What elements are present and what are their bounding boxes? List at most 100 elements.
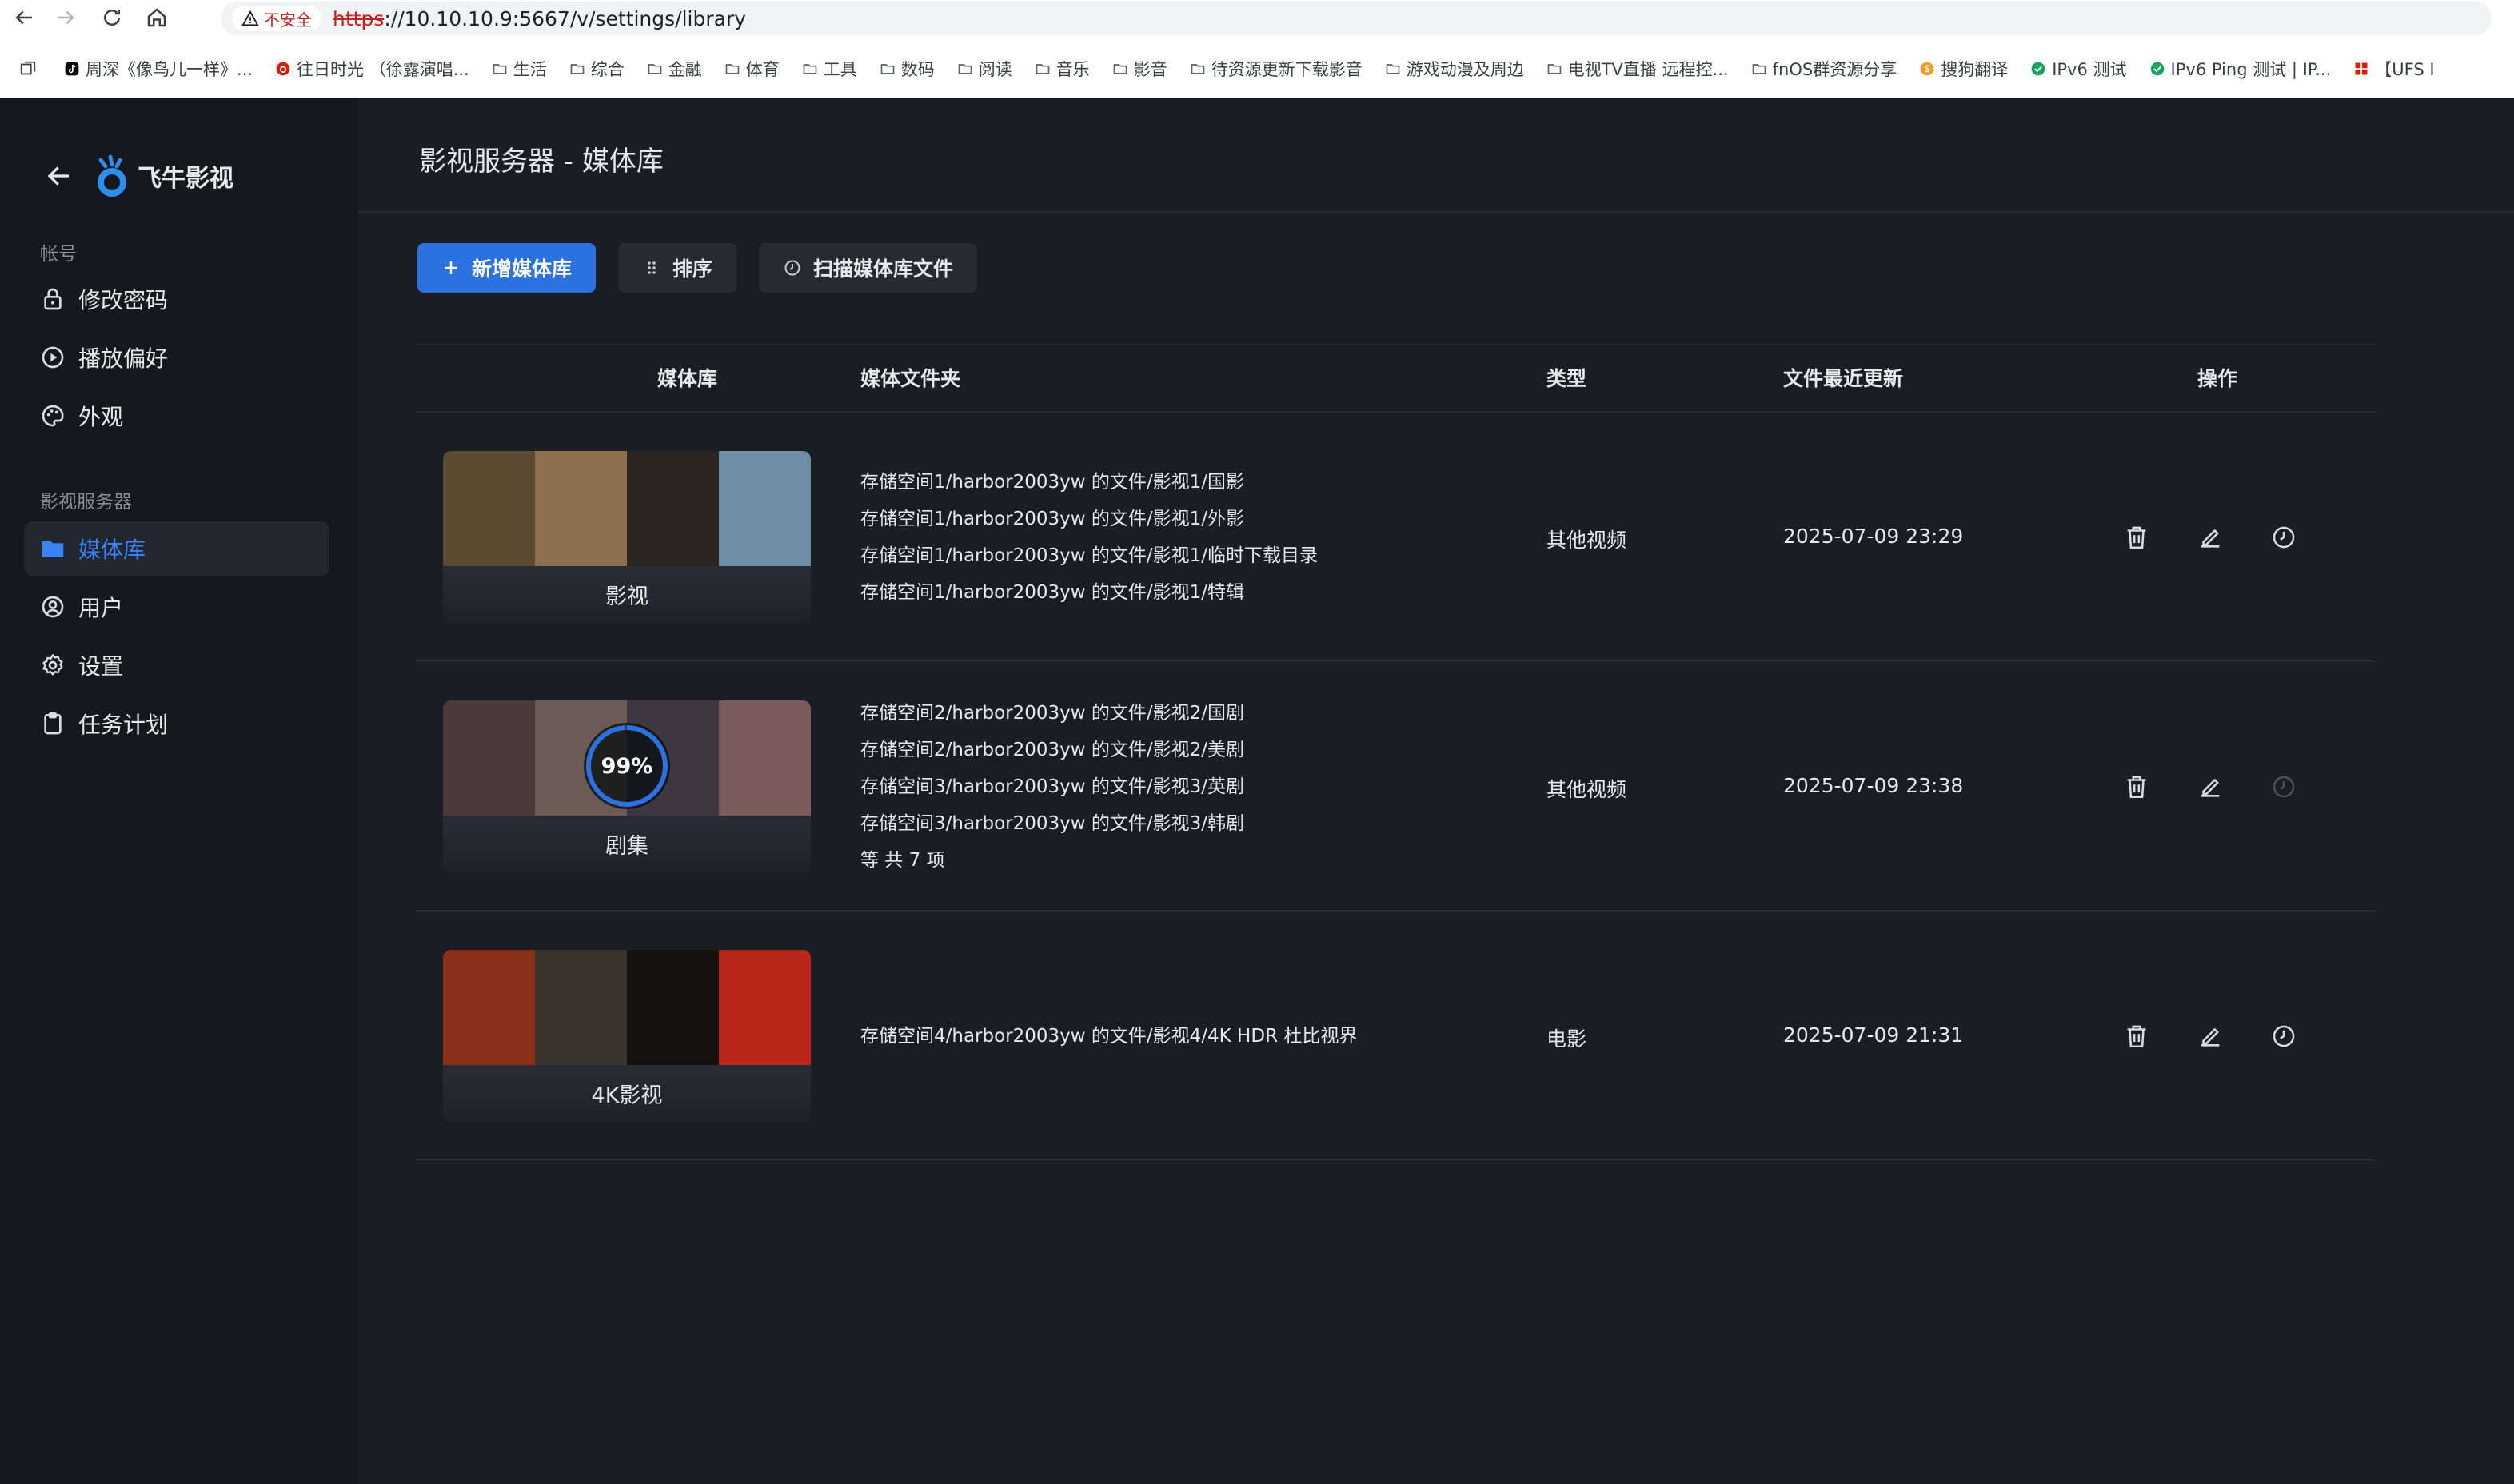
sidebar-item-label: 修改密码	[78, 287, 169, 313]
sort-label: 排序	[672, 257, 713, 281]
sidebar-item[interactable]: 设置	[24, 638, 329, 692]
address-bar[interactable]: 不安全 https://10.10.10.9:5667/v/settings/l…	[221, 2, 2492, 35]
arrow-left-icon	[15, 10, 32, 25]
library-type: 其他视频	[1546, 778, 1627, 801]
scan-button[interactable]	[2269, 772, 2298, 801]
sidebar-item[interactable]: 播放偏好	[24, 330, 329, 385]
plus-icon	[445, 261, 457, 274]
edit-button[interactable]	[2196, 523, 2225, 552]
tab-search-button[interactable]	[16, 57, 40, 81]
table-row: 影视 存储空间1/harbor2003yw 的文件/影视1/国影 存储空间1/har…	[416, 413, 2376, 662]
add-library-button[interactable]: 新增媒体库	[417, 243, 597, 293]
section-title-server: 影视服务器	[40, 492, 132, 513]
scan-clock-icon	[2273, 526, 2295, 549]
scan-button[interactable]	[2269, 523, 2298, 552]
section-title-account: 帐号	[40, 244, 77, 265]
column-header-library: 媒体库	[657, 367, 718, 390]
home-button[interactable]	[142, 3, 171, 32]
library-type: 电影	[1546, 1027, 1587, 1051]
sidebar-item[interactable]: 修改密码	[24, 272, 329, 326]
row-actions	[2122, 772, 2298, 801]
folder-icon	[958, 64, 972, 74]
folder-icon	[1386, 64, 1400, 74]
bookmark-item[interactable]: 生活	[492, 57, 547, 81]
edit-button[interactable]	[2196, 1022, 2225, 1051]
column-header-actions: 操作	[2197, 367, 2238, 390]
library-card[interactable]: 99% 剧集	[443, 700, 811, 873]
last-updated: 2025-07-09 21:31	[1783, 1023, 1964, 1047]
bookmark-item[interactable]: 综合	[569, 57, 625, 81]
column-header-folders: 媒体文件夹	[860, 367, 961, 390]
poster-tile	[719, 950, 811, 1065]
sidebar-item[interactable]: 任务计划	[24, 696, 329, 751]
delete-button[interactable]	[2122, 523, 2151, 552]
scan-button[interactable]	[2269, 1022, 2298, 1051]
trash-icon	[2127, 776, 2146, 799]
folder-icon	[880, 64, 895, 74]
folder-path: 存储空间2/harbor2003yw 的文件/影视2/美剧	[860, 740, 1245, 760]
library-type: 其他视频	[1546, 529, 1627, 552]
forward-button[interactable]	[51, 3, 80, 32]
bookmark-item[interactable]: fnOS群资源分享	[1751, 57, 1897, 81]
scan-library-button[interactable]: 扫描媒体库文件	[759, 243, 978, 293]
warning-icon	[241, 10, 259, 26]
back-arrow-button[interactable]	[42, 158, 77, 193]
table-row: 99% 剧集 存储空间2/harbor2003yw 的文件/影视2/国剧 存储空间2/…	[416, 662, 2376, 912]
library-name: 影视	[605, 584, 648, 609]
library-card[interactable]: 4K影视	[443, 950, 811, 1123]
bookmark-item[interactable]: 周深《像鸟儿一样》...	[64, 57, 253, 81]
bookmark-item[interactable]: 数码	[880, 57, 935, 81]
sort-button[interactable]: 排序	[618, 243, 737, 293]
last-updated: 2025-07-09 23:38	[1783, 774, 1964, 797]
bookmark-item[interactable]: 待资源更新下载影音	[1190, 57, 1363, 81]
row-actions	[2122, 1022, 2298, 1051]
bookmark-label: 工具	[823, 60, 857, 79]
delete-button[interactable]	[2122, 772, 2151, 801]
address-row: 不安全 https://10.10.10.9:5667/v/settings/l…	[0, 0, 2514, 37]
bookmark-item[interactable]: 游戏动漫及周边	[1385, 57, 1524, 81]
pencil-icon	[2201, 529, 2220, 548]
bookmark-item[interactable]: 往日时光 （徐露演唱...	[275, 57, 469, 81]
bookmark-item[interactable]: 金融	[647, 57, 702, 81]
bookmark-item[interactable]: 音乐	[1035, 57, 1090, 81]
bookmark-item[interactable]: IPv6 测试	[2030, 57, 2127, 81]
title-divider	[358, 211, 2514, 213]
folder-icon	[570, 64, 585, 74]
library-card[interactable]: 影视	[443, 451, 811, 624]
sidebar-item[interactable]: 外观	[24, 389, 329, 443]
bookmark-item[interactable]: 【UFS I	[2353, 57, 2435, 81]
security-indicator[interactable]: 不安全	[232, 6, 321, 31]
browser-chrome: 不安全 https://10.10.10.9:5667/v/settings/l…	[0, 0, 2514, 98]
row-actions	[2122, 523, 2298, 552]
reload-button[interactable]	[98, 3, 126, 32]
column-header-updated: 文件最近更新	[1783, 367, 1904, 390]
bookmark-item[interactable]: 工具	[802, 57, 857, 81]
bookmark-item[interactable]: 搜狗翻译	[1919, 57, 2008, 81]
bookmark-item[interactable]: IPv6 Ping 测试 | IP...	[2149, 57, 2331, 81]
back-button[interactable]	[10, 3, 38, 32]
poster-tile	[627, 950, 719, 1065]
sidebar-item[interactable]: 媒体库	[24, 521, 329, 576]
bookmark-item[interactable]: 电视TV直播 远程控...	[1546, 57, 1729, 81]
home-icon	[147, 8, 166, 27]
sidebar-item-label: 外观	[78, 404, 124, 430]
delete-button[interactable]	[2122, 1022, 2151, 1051]
bookmark-item[interactable]: 影音	[1112, 57, 1167, 81]
poster-tile	[443, 700, 535, 816]
scan-clock-icon	[2273, 1025, 2295, 1047]
poster-strip	[443, 451, 811, 566]
url-text: https://10.10.10.9:5667/v/settings/libra…	[333, 7, 746, 30]
bookmark-item[interactable]: 体育	[724, 57, 780, 81]
tiktok-icon	[65, 62, 79, 76]
bookmark-label: 电视TV直播 远程控...	[1567, 60, 1729, 79]
bookmark-label: 周深《像鸟儿一样》...	[86, 60, 253, 79]
edit-button[interactable]	[2196, 772, 2225, 801]
bookmark-item[interactable]: 阅读	[957, 57, 1012, 81]
bookmark-label: 音乐	[1055, 60, 1090, 79]
folder-icon	[1036, 64, 1050, 74]
bookmark-label: IPv6 测试	[2052, 60, 2127, 79]
folder-path: 存储空间1/harbor2003yw 的文件/影视1/特辑	[860, 582, 1245, 603]
bookmark-label: 【UFS I	[2375, 60, 2435, 79]
folder-icon	[1113, 64, 1127, 74]
sidebar-item[interactable]: 用户	[24, 580, 329, 634]
